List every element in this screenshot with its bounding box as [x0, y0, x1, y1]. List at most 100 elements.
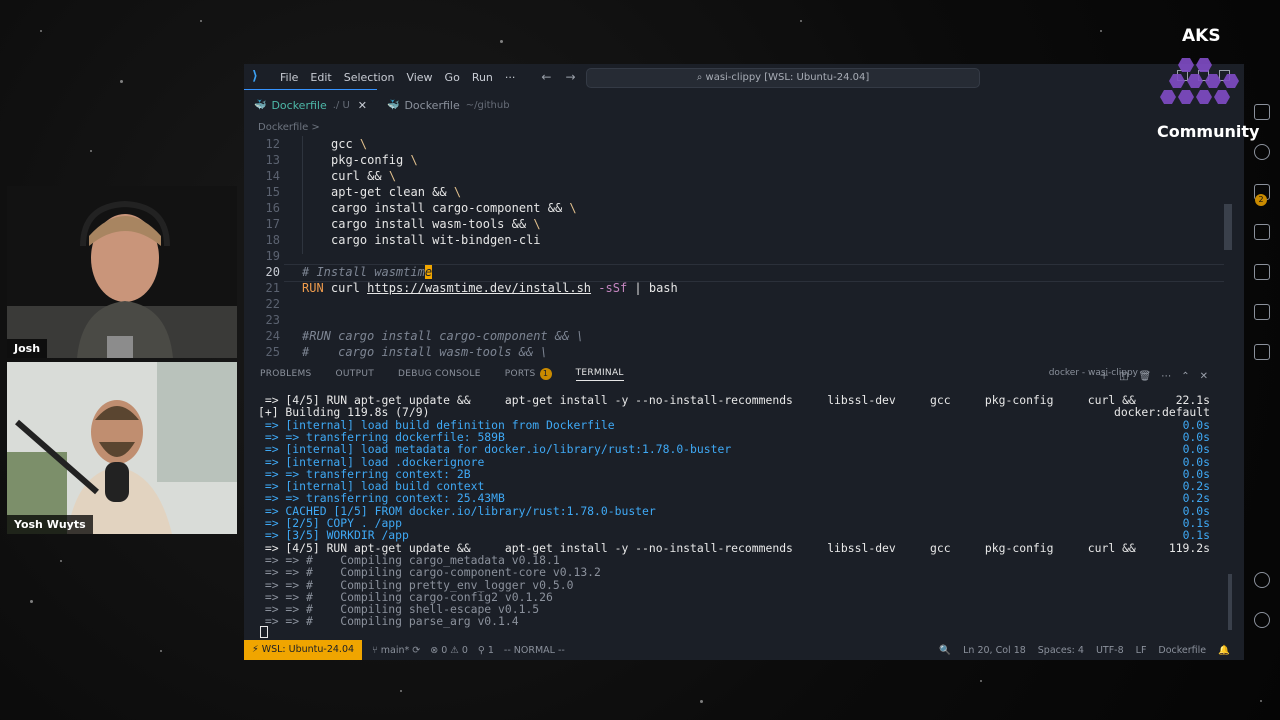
code-line: 22 — [265, 297, 280, 311]
account-icon[interactable] — [1254, 572, 1270, 588]
more-icon[interactable]: ⋯ — [1161, 371, 1181, 382]
webcam-josh-image — [7, 186, 237, 358]
tab-debug-console[interactable]: DEBUG CONSOLE — [398, 369, 481, 379]
code-line: 12 gcc \ — [265, 137, 368, 151]
tab-terminal[interactable]: TERMINAL — [575, 368, 624, 381]
split-terminal-icon[interactable]: ◫ — [1119, 371, 1138, 382]
command-center-search[interactable]: ⌕ wasi-clippy [WSL: Ubuntu-24.04] — [586, 68, 980, 88]
terminal-line-text: => => # Compiling pretty_env_logger v0.5… — [258, 577, 574, 592]
back-arrow-icon[interactable]: ← — [541, 70, 551, 84]
run-debug-icon[interactable] — [1254, 224, 1270, 240]
extensions-icon[interactable] — [1254, 304, 1270, 320]
menu-run[interactable]: Run — [472, 71, 493, 84]
tab-problems[interactable]: PROBLEMS — [260, 369, 312, 379]
webcam-yosh: Yosh Wuyts — [7, 362, 237, 534]
tab-dockerfile-active[interactable]: 🐳 Dockerfile ./ U ✕ — [244, 89, 377, 120]
menu-go[interactable]: Go — [445, 71, 460, 84]
code-line: 19 — [265, 249, 280, 263]
remote-explorer-icon[interactable] — [1254, 264, 1270, 280]
settings-gear-icon[interactable] — [1254, 612, 1270, 628]
webcam-yosh-image — [7, 362, 237, 534]
eol-setting[interactable]: LF — [1136, 645, 1147, 656]
terminal-line-text: => => transferring context: 25.43MB — [258, 491, 505, 506]
tab-output[interactable]: OUTPUT — [336, 369, 374, 379]
zoom-icon[interactable]: 🔍 — [939, 645, 951, 656]
status-bar: ⚡ WSL: Ubuntu-24.04 ⑂ main* ⟳ ⊗ 0 ⚠ 0 ⚲ … — [244, 640, 1244, 660]
terminal-output[interactable]: => [4/5] RUN apt-get update && apt-get i… — [258, 394, 1210, 644]
ports-count-badge: 1 — [539, 368, 552, 380]
terminal-line-duration: 0.2s — [1182, 491, 1210, 506]
search-icon[interactable] — [1254, 144, 1270, 160]
terminal-scrollbar[interactable] — [1228, 574, 1232, 630]
brand-subtitle: Community — [1157, 122, 1260, 141]
terminal-line: => => # Compiling pretty_env_logger v0.5… — [258, 577, 1210, 592]
code-line: 15 apt-get clean && \ — [265, 185, 462, 199]
breadcrumb[interactable]: Dockerfile > — [258, 122, 320, 133]
explorer-icon[interactable] — [1254, 104, 1270, 120]
terminal-line-text: [+] Building 119.8s (7/9) — [258, 405, 430, 420]
terminal-line: [+] Building 119.8s (7/9) docker:default — [258, 405, 1210, 420]
terminal-line-text: => [internal] load .dockerignore — [258, 454, 485, 469]
menu-edit[interactable]: Edit — [310, 71, 331, 84]
close-icon[interactable]: ✕ — [358, 99, 367, 112]
code-line: 17 cargo install wasm-tools && \ — [265, 217, 541, 231]
tab-ports[interactable]: PORTS 1 — [505, 368, 552, 380]
webcam-name-label: Yosh Wuyts — [7, 515, 93, 534]
install-url-link[interactable]: https://wasmtime.dev/install.sh — [367, 281, 591, 295]
docker-whale-icon: 🐳 — [387, 99, 400, 111]
terminal-line: => => # Compiling parse_arg v0.1.4 — [258, 614, 1210, 629]
branch-indicator[interactable]: ⑂ main* ⟳ — [372, 645, 420, 656]
terminal-line-duration: docker:default — [1113, 405, 1210, 420]
search-icon: ⌕ — [696, 72, 706, 83]
menu-selection[interactable]: Selection — [344, 71, 395, 84]
ports-indicator[interactable]: ⚲ 1 — [478, 645, 494, 656]
code-line: 25 # cargo install wasm-tools && \ — [265, 345, 548, 359]
activity-bar — [1244, 64, 1280, 660]
trash-icon[interactable]: 🗑 — [1139, 371, 1162, 382]
vscode-window: ⟩ File Edit Selection View Go Run ··· ← … — [244, 64, 1244, 660]
tab-label: Dockerfile — [404, 98, 460, 112]
tab-dockerfile-github[interactable]: 🐳 Dockerfile ~/github — [377, 90, 520, 120]
cursor-position[interactable]: Ln 20, Col 18 — [963, 645, 1026, 656]
problems-indicator[interactable]: ⊗ 0 ⚠ 0 — [430, 645, 468, 656]
encoding-setting[interactable]: UTF-8 — [1096, 645, 1124, 656]
brand-title: AKS — [1182, 26, 1221, 46]
editor-tab-bar: 🐳 Dockerfile ./ U ✕ 🐳 Dockerfile ~/githu… — [244, 89, 1244, 120]
editor-scrollbar[interactable] — [1224, 204, 1232, 250]
terminal-line-text: => => # Compiling parse_arg v0.1.4 — [258, 614, 519, 629]
forward-arrow-icon[interactable]: → — [565, 70, 575, 84]
language-mode[interactable]: Dockerfile — [1158, 645, 1206, 656]
code-line: 16 cargo install cargo-component && \ — [265, 201, 577, 215]
notifications-bell-icon[interactable]: 🔔 — [1218, 645, 1230, 656]
menu-view[interactable]: View — [406, 71, 432, 84]
menu-more[interactable]: ··· — [505, 71, 516, 84]
code-editor[interactable]: 12 gcc \ 13 pkg-config \ 14 curl && \ 15 apt… — [244, 136, 1234, 362]
terminal-line: => => transferring context: 25.43MB 0.2s — [258, 491, 1210, 506]
menu-file[interactable]: File — [280, 71, 298, 84]
terminal-line-text: => [3/5] WORKDIR /app — [258, 528, 409, 543]
terminal-line-duration: 0.1s — [1182, 528, 1210, 543]
command-center-label: wasi-clippy [WSL: Ubuntu-24.04] — [705, 72, 870, 83]
panel-actions: ＋◫🗑⋯⌃✕ — [1099, 367, 1218, 382]
code-line: 18 cargo install wit-bindgen-cli — [265, 233, 541, 247]
code-line: 23 — [265, 313, 280, 327]
terminal-line: => [internal] load metadata for docker.i… — [258, 442, 1210, 457]
vscode-logo-icon: ⟩ — [252, 69, 258, 84]
new-terminal-icon[interactable]: ＋ — [1099, 371, 1119, 382]
terminal-line: => => # Compiling cargo-component-core v… — [258, 566, 1210, 579]
tab-suffix: ./ U — [332, 99, 350, 111]
vim-mode-indicator: -- NORMAL -- — [503, 644, 565, 656]
chat-icon[interactable] — [1254, 344, 1270, 360]
close-icon[interactable]: ✕ — [1200, 371, 1218, 382]
code-line: 14 curl && \ — [265, 169, 397, 183]
text-cursor: e — [424, 265, 433, 279]
indentation-setting[interactable]: Spaces: 4 — [1038, 645, 1084, 656]
tab-suffix: ~/github — [465, 99, 510, 111]
terminal-line-duration: 0.0s — [1182, 454, 1210, 469]
webcam-josh: Josh — [7, 186, 237, 358]
terminal-line: => [3/5] WORKDIR /app 0.1s — [258, 528, 1210, 543]
maximize-panel-icon[interactable]: ⌃ — [1181, 371, 1199, 382]
code-line: 24 #RUN cargo install cargo-component && … — [265, 329, 584, 343]
terminal-line-duration: 0.0s — [1182, 442, 1210, 457]
remote-indicator[interactable]: ⚡ WSL: Ubuntu-24.04 — [244, 640, 363, 660]
